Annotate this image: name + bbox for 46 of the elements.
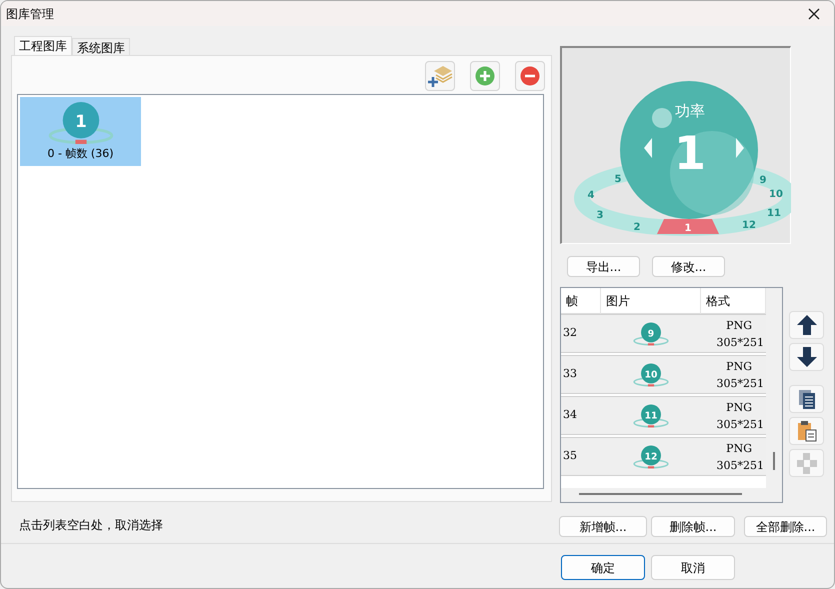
frame-action-button[interactable]: 新增帧... <box>559 516 647 537</box>
segment-label: 3 <box>596 210 604 221</box>
size-text: 305*251 <box>716 334 764 350</box>
gallery-item[interactable]: 1 0 - 帧数 (36) <box>20 97 141 166</box>
format-text: PNG <box>726 318 753 334</box>
thumbnail-drawing: 12 <box>628 442 674 472</box>
frame-number: 32 <box>562 325 578 342</box>
tab[interactable]: 工程图库 <box>14 36 72 55</box>
table-row[interactable]: 32 9 PNG 305*251 <box>561 314 766 353</box>
segment-label: 5 <box>614 174 622 185</box>
table-row[interactable]: 35 12 PNG 305*251 <box>561 437 766 476</box>
frame-number: 34 <box>562 407 578 424</box>
segment-label: 1 <box>684 223 692 234</box>
preview-action-button[interactable]: 修改... <box>652 256 725 277</box>
frame-action-button[interactable]: 删除帧... <box>651 516 735 537</box>
cancel-button[interactable]: 取消 <box>651 555 735 580</box>
gallery-list[interactable]: 1 0 - 帧数 (36) <box>17 94 544 489</box>
format-text: PNG <box>726 440 753 456</box>
preview-title: 功率 <box>675 102 705 120</box>
frame-number: 33 <box>562 366 578 382</box>
segment-label: 2 <box>634 222 640 233</box>
segment-label: 9 <box>760 175 766 186</box>
segment-label: 4 <box>588 190 594 201</box>
thumbnail-drawing: 11 <box>628 400 674 430</box>
frame-number: 35 <box>562 448 578 464</box>
segment-label: 10 <box>769 189 783 200</box>
tab[interactable]: 系统图库 <box>72 38 130 55</box>
table-row[interactable]: 34 11 PNG 305*251 <box>561 396 766 435</box>
format-text: PNG <box>726 358 753 374</box>
format-text: PNG <box>726 400 753 416</box>
preview-action-button[interactable]: 导出... <box>567 256 640 277</box>
thumbnail-drawing: 1 <box>38 99 122 147</box>
thumbnail-drawing: 10 <box>628 360 674 390</box>
size-text: 305*251 <box>716 416 764 432</box>
segment-label: 11 <box>767 208 781 219</box>
frame-action-button[interactable]: 全部删除... <box>744 516 827 537</box>
ok-button[interactable]: 确定 <box>561 555 645 580</box>
preview-value: 1 <box>674 126 706 180</box>
hint-text: 点击列表空白处，取消选择 <box>19 517 164 534</box>
window-title: 图库管理 <box>6 6 54 22</box>
segment-label: 12 <box>742 220 756 231</box>
item-label: 0 - 帧数 (36) <box>47 147 114 161</box>
thumbnail-drawing: 9 <box>628 318 674 348</box>
size-text: 305*251 <box>716 376 764 392</box>
size-text: 305*251 <box>716 458 764 474</box>
table-row[interactable]: 33 10 PNG 305*251 <box>561 355 766 394</box>
